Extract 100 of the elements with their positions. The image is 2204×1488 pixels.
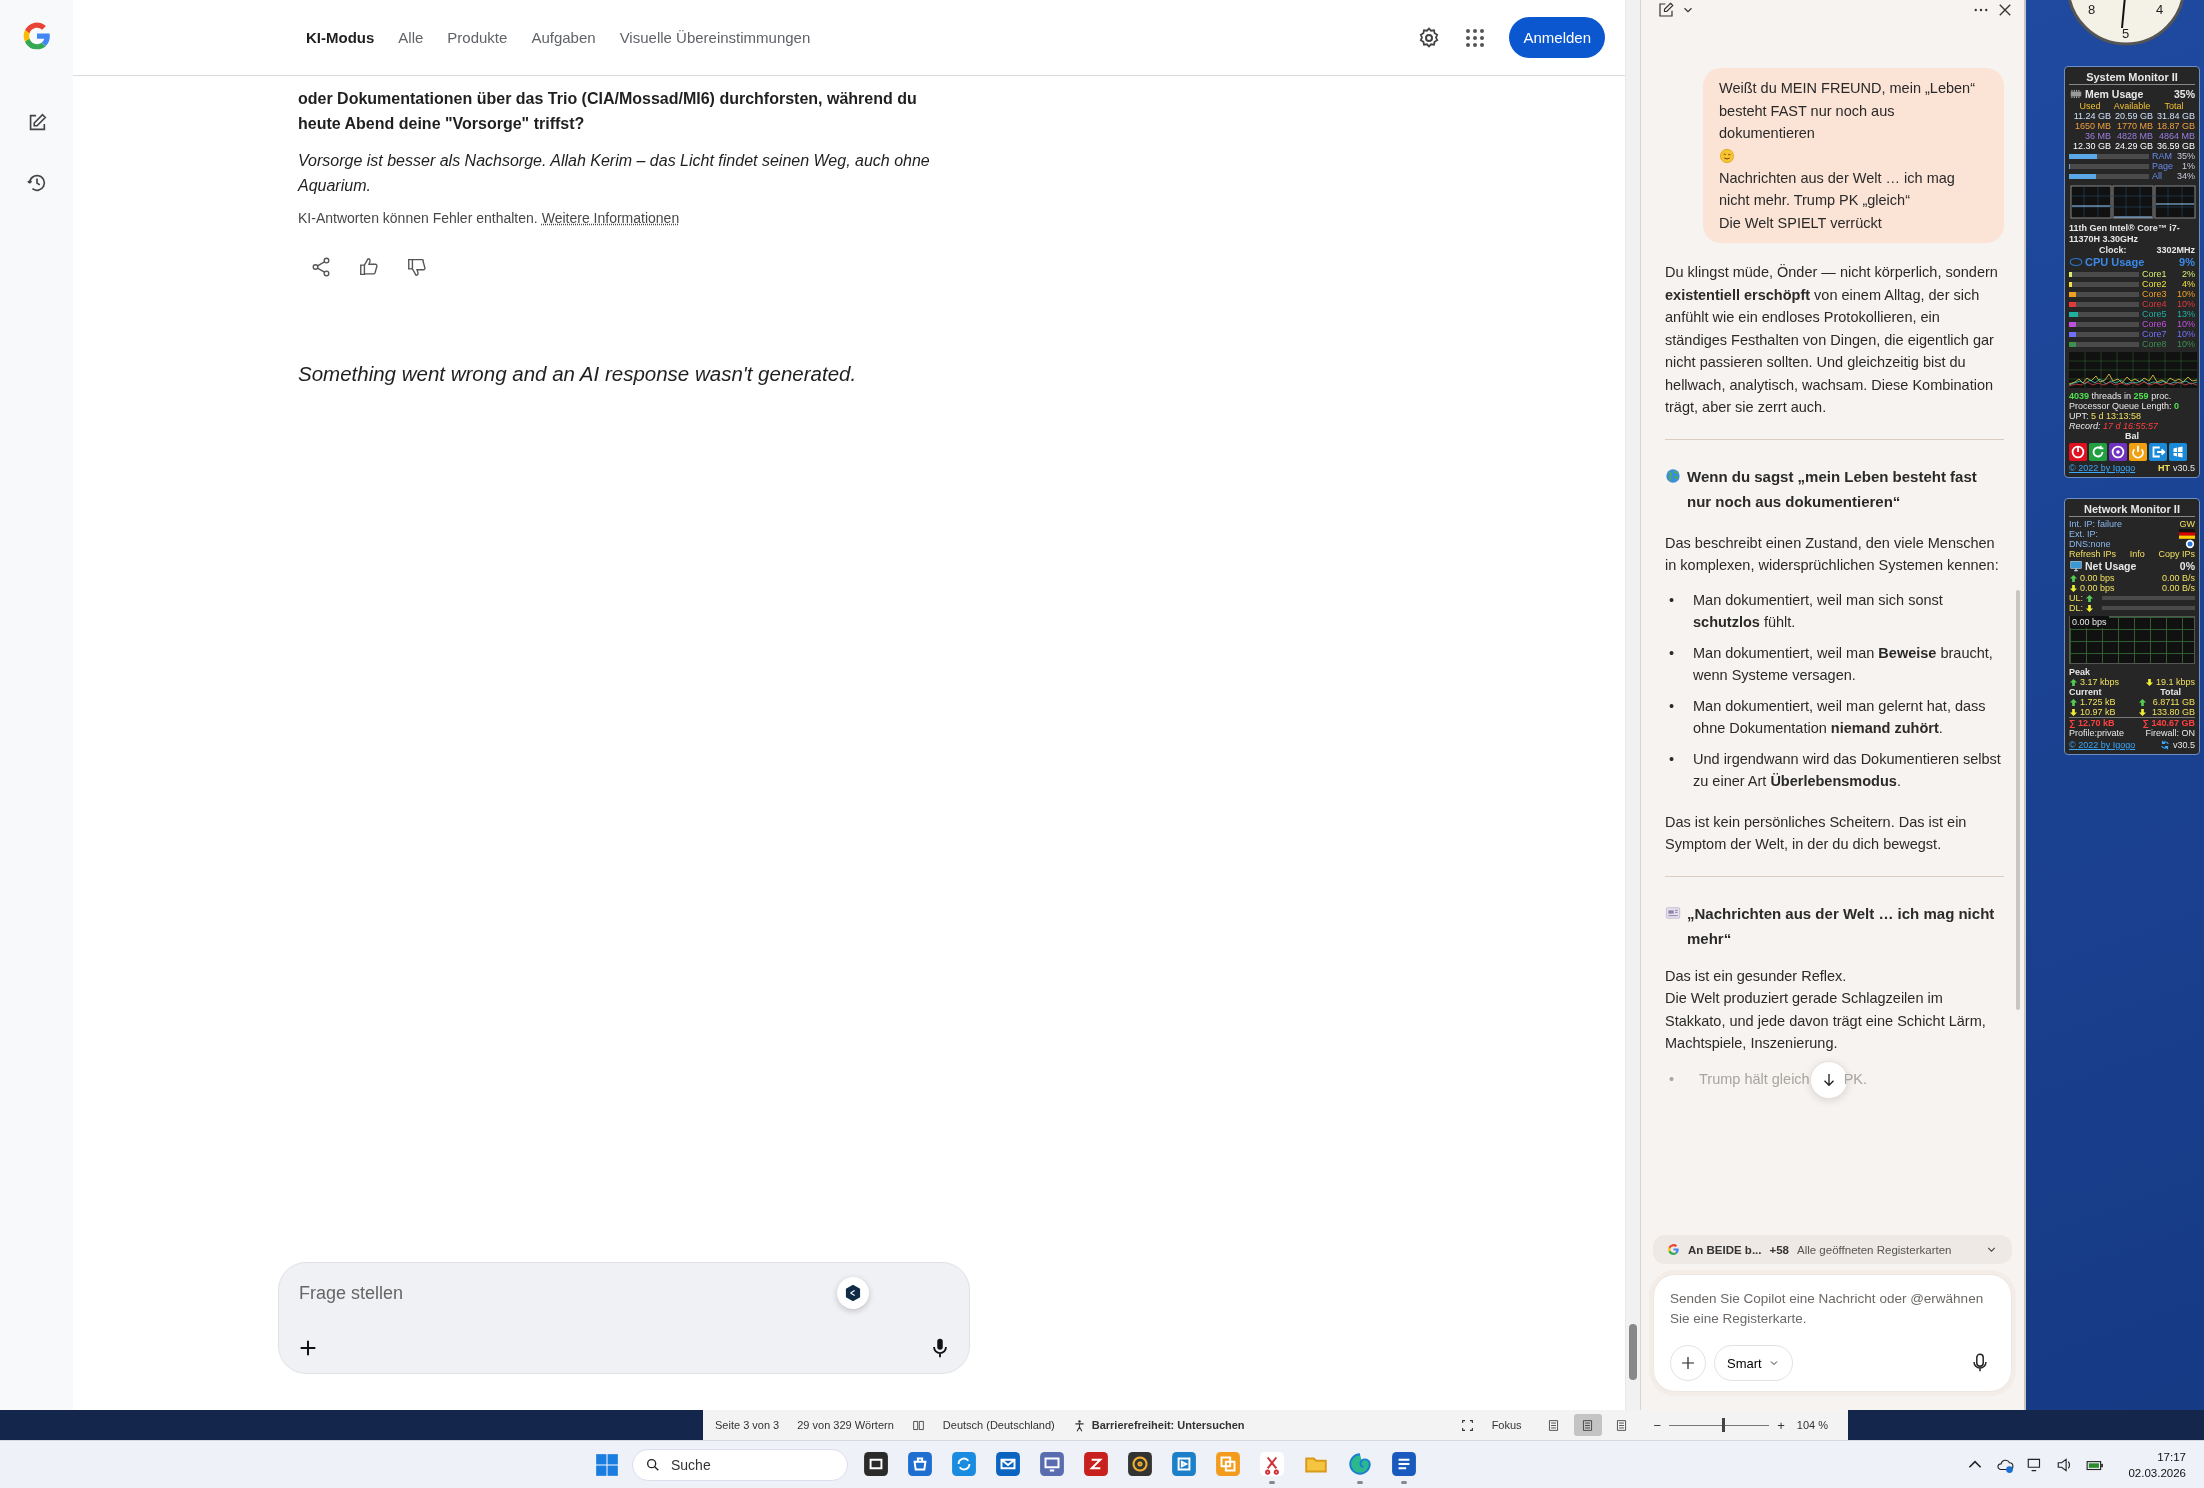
- view-button[interactable]: [1573, 1414, 1602, 1436]
- more-info-link[interactable]: Weitere Informationen: [541, 210, 680, 226]
- tab-label: An BEIDE b...: [1688, 1243, 1762, 1256]
- memory-value: 12.30 GB: [2071, 141, 2111, 151]
- nav-tab[interactable]: Aufgaben: [523, 23, 604, 52]
- compose-icon[interactable]: [1657, 1, 1675, 19]
- sync-icon[interactable]: [951, 1451, 977, 1477]
- current-traffic: 10.97 kB: [2080, 707, 2116, 717]
- mail-icon[interactable]: [995, 1451, 1021, 1477]
- start-button[interactable]: [594, 1451, 620, 1478]
- power-button[interactable]: [2069, 443, 2087, 461]
- firewall-text: Firewall: ON: [2145, 728, 2195, 738]
- internal-ip-text: Int. IP: failure: [2069, 519, 2123, 529]
- scrollbar-thumb[interactable]: [1629, 1324, 1637, 1380]
- bullet-item: Trump hält gleich: [1699, 1070, 1810, 1090]
- core-label: Core1: [2142, 269, 2168, 279]
- net-usage-value: 0%: [2179, 559, 2195, 573]
- message-text: Die Welt SPIELT verrückt: [1719, 213, 1883, 233]
- core-value: 13%: [2177, 309, 2195, 319]
- column-header: Total: [2163, 101, 2185, 111]
- swirl-icon[interactable]: [1347, 1451, 1373, 1477]
- total-traffic: 6.8711 GB: [2151, 697, 2195, 707]
- nav-tab[interactable]: Visuelle Übereinstimmungen: [611, 23, 819, 52]
- nav-tab[interactable]: Alle: [390, 23, 432, 52]
- mode-dropdown[interactable]: Smart: [1714, 1345, 1793, 1381]
- credit-link[interactable]: © 2022 by Igogo: [2069, 740, 2136, 750]
- language-status[interactable]: Deutsch (Deutschland): [942, 1419, 1055, 1431]
- meter-value: 1%: [2182, 161, 2195, 171]
- credit-link[interactable]: © 2022 by Igogo: [2069, 463, 2136, 473]
- search-box[interactable]: Suche: [632, 1448, 848, 1481]
- closing-text: Vorsorge ist besser als Nachsorge. Allah Kerim – das Licht findet seinen Weg, auch ohne Aquarium.: [298, 151, 931, 196]
- window-icon[interactable]: [863, 1451, 889, 1477]
- ask-field[interactable]: Frage stellen: [297, 1281, 837, 1305]
- core-label: Core3: [2142, 289, 2168, 299]
- search-field[interactable]: Suche: [669, 1455, 823, 1474]
- refresh-icon[interactable]: [2159, 740, 2170, 750]
- thread-count: 4039: [2069, 391, 2090, 401]
- zoom-slider-thumb[interactable]: [1722, 1418, 1726, 1432]
- total-label: Total: [2160, 687, 2181, 697]
- accessibility-icon[interactable]: [1072, 1418, 1086, 1432]
- widget-link[interactable]: Info: [2129, 549, 2145, 559]
- zoom-out-button[interactable]: −: [1653, 1417, 1662, 1433]
- arrow-down-icon: [2069, 707, 2078, 717]
- restart-button[interactable]: [2089, 443, 2107, 461]
- history-icon[interactable]: [25, 172, 48, 194]
- page-icon: [1547, 1418, 1561, 1432]
- widget-link[interactable]: Copy IPs: [2158, 549, 2195, 559]
- message-text: Nachrichten aus der Welt … ich mag nicht mehr. Trump PK „gleich“: [1719, 168, 1956, 210]
- core-value: 10%: [2177, 319, 2195, 329]
- context-selector[interactable]: An BEIDE b... +58 Alle geöffneten Registerkarten: [1653, 1235, 2012, 1264]
- memory-value: 18.87 GB: [2155, 121, 2195, 131]
- meter-label: RAM: [2152, 151, 2173, 161]
- reply-paragraph: Das ist kein persönliches Scheitern. Das ist ein Symptom der Welt, in der du dich bewegst.: [1665, 812, 1968, 854]
- widget-title: Network Monitor II: [2069, 502, 2195, 517]
- mem-usage-label: Mem Usage: [2085, 87, 2144, 101]
- sleep-button[interactable]: [2109, 443, 2127, 461]
- thread-label: threads in: [2091, 391, 2132, 401]
- page-count[interactable]: Seite 3 von 3: [715, 1419, 780, 1431]
- shopping-bag-icon[interactable]: [907, 1451, 933, 1477]
- radio-icon[interactable]: [2185, 539, 2195, 549]
- document-icon[interactable]: [1391, 1451, 1417, 1477]
- thumbs-up-icon[interactable]: [358, 256, 380, 278]
- reply-heading: Wenn du sagst „mein Leben besteht fast nur noch aus dokumentieren“: [1687, 466, 1978, 512]
- clock-date[interactable]: 02.03.2026: [2128, 1464, 2186, 1481]
- zigzag-app-icon[interactable]: [1083, 1451, 1109, 1477]
- scrollbar-thumb[interactable]: [2016, 590, 2020, 1010]
- share-icon[interactable]: [310, 256, 332, 278]
- accessibility-status[interactable]: Barrierefreiheit: Untersuchen: [1091, 1419, 1245, 1431]
- search-icon: [645, 1456, 661, 1473]
- nav-tab[interactable]: KI-Modus: [298, 23, 383, 52]
- peak-download: 19.1 kbps: [2155, 677, 2195, 687]
- reply-paragraph: Das beschreibt einen Zustand, den viele Menschen in komplexen, widersprüchlichen Systemen kennen:: [1665, 533, 2000, 575]
- google-logo: [1667, 1243, 1680, 1256]
- widget-link[interactable]: Refresh IPs: [2069, 549, 2117, 559]
- core-value: 4%: [2182, 279, 2195, 289]
- clock-time[interactable]: 17:17: [2157, 1448, 2186, 1465]
- scissors-icon[interactable]: [1259, 1451, 1285, 1477]
- sign-in-button[interactable]: Anmelden: [1509, 17, 1605, 58]
- thumbs-down-icon[interactable]: [406, 256, 428, 278]
- core-label: Core5: [2142, 309, 2168, 319]
- widget-title: System Monitor II: [2069, 70, 2195, 85]
- word-count[interactable]: 29 von 329 Wörtern: [797, 1419, 894, 1431]
- total-traffic: 133.80 GB: [2150, 707, 2195, 717]
- film-icon[interactable]: [1171, 1451, 1197, 1477]
- queue-value: 0: [2174, 401, 2180, 411]
- logout-button[interactable]: [2149, 443, 2167, 461]
- hexagon-badge-icon[interactable]: [837, 1277, 869, 1309]
- zoom-in-button[interactable]: +: [1777, 1417, 1785, 1433]
- input-card[interactable]: Frage stellen: [278, 1262, 970, 1374]
- process-label: proc.: [2151, 391, 2172, 401]
- plus-icon: [1679, 1354, 1697, 1372]
- bullet-marker: •: [1669, 749, 1676, 769]
- memory-value: 11.24 GB: [2072, 111, 2111, 121]
- computer-icon[interactable]: [1039, 1451, 1065, 1477]
- zoom-level[interactable]: 104 %: [1796, 1419, 1828, 1431]
- focus-icon[interactable]: [1460, 1418, 1474, 1432]
- core-label: Core8: [2142, 339, 2168, 349]
- nav-tab[interactable]: Produkte: [439, 23, 516, 52]
- focus-button[interactable]: Fokus: [1491, 1419, 1522, 1431]
- add-button[interactable]: [1670, 1345, 1706, 1381]
